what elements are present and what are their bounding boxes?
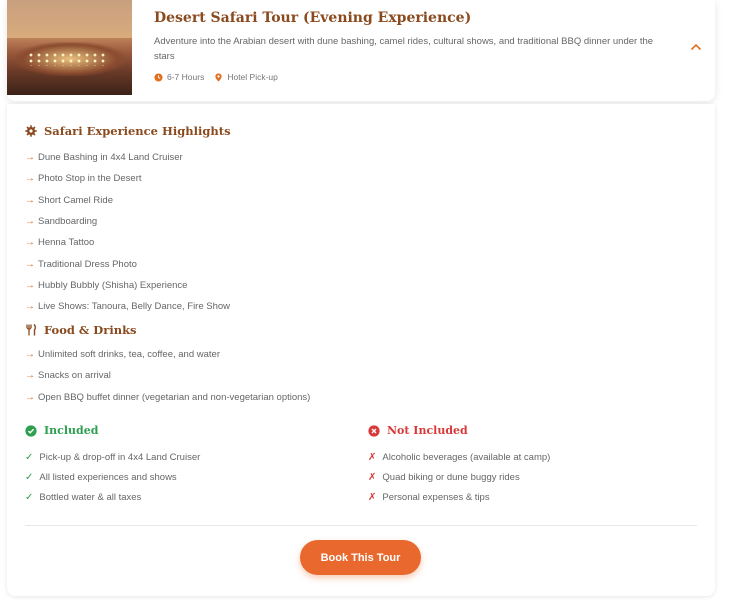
book-tour-button[interactable]: Book This Tour	[300, 540, 421, 575]
arrow-right-icon: →	[25, 349, 35, 361]
arrow-right-icon: →	[25, 301, 35, 313]
food-heading: Food & Drinks	[25, 323, 137, 337]
pickup-text: Hotel Pick-up	[227, 72, 278, 82]
food-title: Food & Drinks	[44, 323, 137, 337]
not-included-title: Not Included	[387, 424, 468, 437]
arrow-right-icon: →	[25, 237, 35, 249]
arrow-right-icon: →	[25, 216, 35, 228]
list-item: → Henna Tattoo	[25, 237, 95, 249]
included-heading: Included	[25, 424, 98, 437]
list-item: → Hubbly Bubbly (Shisha) Experience	[25, 279, 188, 291]
list-item: → Sandboarding	[25, 216, 98, 228]
not-included-heading: Not Included	[368, 424, 468, 437]
arrow-right-icon: →	[25, 194, 35, 206]
x-icon: ✗	[368, 491, 377, 503]
list-item: → Short Camel Ride	[25, 194, 113, 206]
x-icon: ✗	[368, 451, 377, 463]
x-circle-icon	[368, 424, 380, 437]
tour-title: Desert Safari Tour (Evening Experience)	[154, 10, 472, 26]
not-included-list: ✗ Alcoholic beverages (available at camp)…	[368, 447, 550, 507]
list-item: → Dune Bashing in 4x4 Land Cruiser	[25, 152, 183, 164]
tour-description: Adventure into the Arabian desert with d…	[154, 36, 654, 62]
chevron-up-icon[interactable]	[689, 40, 703, 54]
utensils-icon	[26, 324, 36, 336]
arrow-right-icon: →	[25, 173, 35, 185]
tour-details-panel: Safari Experience Highlights → Dune Bashi…	[7, 104, 715, 596]
pickup-info: Hotel Pick-up	[214, 72, 278, 82]
clock-icon	[154, 72, 163, 82]
duration-text: 6-7 Hours	[167, 72, 205, 82]
list-item: ✗ Personal expenses & tips	[368, 491, 490, 503]
list-item: → Live Shows: Tanoura, Belly Dance, Fire …	[25, 301, 231, 313]
x-icon: ✗	[368, 471, 377, 483]
list-item: → Unlimited soft drinks, tea, coffee, and…	[25, 349, 220, 361]
list-item: → Traditional Dress Photo	[25, 258, 137, 270]
list-item: ✗ Alcoholic beverages (available at camp)	[368, 451, 551, 463]
list-item: → Photo Stop in the Desert	[25, 173, 142, 185]
list-item: → Snacks on arrival	[25, 370, 111, 382]
tour-card-header: Desert Safari Tour (Evening Experience) …	[7, 0, 715, 101]
divider	[25, 525, 697, 526]
arrow-right-icon: →	[25, 370, 35, 382]
arrow-right-icon: →	[25, 258, 35, 270]
list-item: ✓ Bottled water & all taxes	[25, 491, 142, 503]
location-pin-icon	[215, 72, 222, 82]
food-list: → Unlimited soft drinks, tea, coffee, and…	[25, 344, 310, 408]
included-list: ✓ Pick-up & drop-off in 4x4 Land Cruiser …	[25, 447, 200, 507]
included-title: Included	[44, 424, 99, 437]
check-circle-icon	[25, 424, 37, 437]
tour-thumbnail	[7, 0, 132, 95]
list-item: ✓ All listed experiences and shows	[25, 471, 177, 483]
arrow-right-icon: →	[25, 391, 35, 403]
list-item: → Open BBQ buffet dinner (vegetarian and …	[25, 391, 311, 403]
gear-icon	[25, 125, 37, 137]
duration-info: 6-7 Hours	[154, 72, 204, 82]
list-item: ✗ Quad biking or dune buggy rides	[368, 471, 520, 483]
highlights-list: → Dune Bashing in 4x4 Land Cruiser → Photo…	[25, 147, 230, 317]
highlights-title: Safari Experience Highlights	[44, 124, 231, 138]
arrow-right-icon: →	[25, 279, 35, 291]
check-icon: ✓	[25, 451, 34, 463]
tour-meta: 6-7 Hours Hotel Pick-up	[154, 72, 278, 82]
check-icon: ✓	[25, 491, 34, 503]
check-icon: ✓	[25, 471, 34, 483]
arrow-right-icon: →	[25, 152, 35, 164]
highlights-heading: Safari Experience Highlights	[25, 124, 231, 138]
list-item: ✓ Pick-up & drop-off in 4x4 Land Cruiser	[25, 451, 201, 463]
